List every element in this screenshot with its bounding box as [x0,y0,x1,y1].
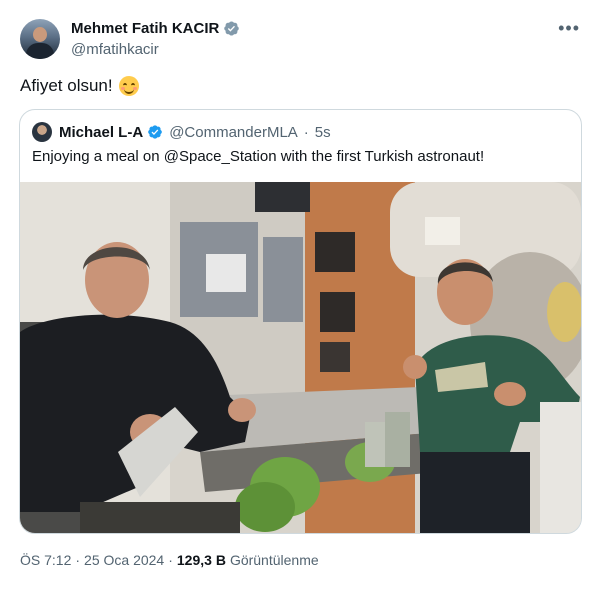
ellipsis-icon[interactable]: ••• [558,19,580,37]
tweet-text-body: Afiyet olsun! [20,76,113,95]
tweet-text: Afiyet olsun! [20,76,139,96]
quoted-author-avatar[interactable] [32,122,52,142]
quoted-tweet-header: Michael L-A @CommanderMLA · 5s [32,122,331,142]
tweet-meta: ÖS 7:12 · 25 Oca 2024 · 129,3 B Görüntül… [20,552,319,568]
quoted-author-handle[interactable]: @CommanderMLA [169,124,298,141]
verified-badge-icon [148,125,163,139]
separator-dot: · [303,123,309,141]
author-display-name[interactable]: Mehmet Fatih KACIR [71,20,219,37]
views-label: Görüntülenme [229,552,319,568]
quoted-timestamp[interactable]: 5s [315,124,331,141]
quoted-tweet[interactable]: Michael L-A @CommanderMLA · 5s Enjoying … [19,109,582,534]
quoted-tweet-photo[interactable] [20,182,581,533]
quoted-author-name[interactable]: Michael L-A [59,124,143,141]
tweet-time[interactable]: ÖS 7:12 [20,552,71,568]
views-count: 129,3 B [176,552,226,568]
author-avatar[interactable] [20,19,60,59]
author-name-row[interactable]: Mehmet Fatih KACIR [71,20,240,37]
verified-badge-icon [224,21,240,36]
author-handle[interactable]: @mfatihkacir [71,41,159,58]
separator-dot: · [75,552,81,568]
tweet-date[interactable]: 25 Oca 2024 [84,552,164,568]
separator-dot: · [168,552,173,568]
quoted-tweet-text: Enjoying a meal on @Space_Station with t… [32,148,485,165]
smiling-face-icon [118,76,139,96]
